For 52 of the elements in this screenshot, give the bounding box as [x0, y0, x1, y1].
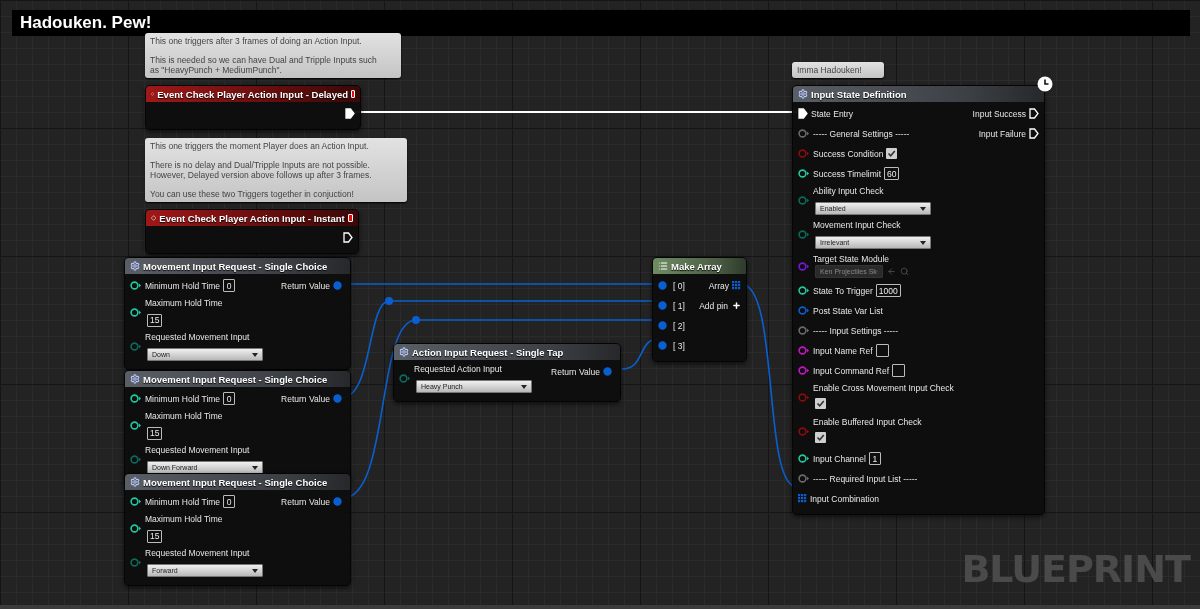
pin-label: Maximum Hold Time — [145, 411, 223, 421]
pin-label: ----- General Settings ----- — [813, 128, 910, 139]
pin-label: Success Condition — [813, 148, 884, 159]
comment-text: This one triggers the moment Player does an Action Input. — [150, 141, 370, 151]
comment-text: This one triggers after 3 frames of doing an Action Input. — [150, 36, 363, 46]
pin-label: Input Channel — [813, 453, 866, 464]
pin-label: Minimum Hold Time — [145, 393, 221, 404]
pin-label: [ 2] — [673, 320, 685, 331]
pin-label: Input Name Ref — [813, 345, 873, 356]
comment-text: Imma Hadouken! — [797, 65, 863, 75]
pin-label: Return Value — [281, 280, 330, 291]
pin-label: Ability Input Check — [813, 186, 885, 196]
comment-text: There is no delay and Dual/Tripple Inputs are not possible. However, Delayed version above follows up after 3 frames. — [150, 160, 373, 180]
pin-label: Minimum Hold Time — [145, 496, 221, 507]
pin-label: Post State Var List — [813, 305, 883, 316]
pin-label: Input Success — [972, 108, 1026, 119]
node-title: Event Check Player Action Input - Instant — [159, 212, 345, 224]
pin-label: [ 0] — [673, 280, 685, 291]
pin-label: State Entry — [811, 108, 854, 119]
pin-label: [ 3] — [673, 340, 685, 351]
pin-label: Target State Module — [813, 254, 891, 264]
pin-label: Input Command Ref — [813, 365, 890, 376]
node-title: Event Check Player Action Input - Delayed — [157, 88, 349, 100]
pin-label: Requested Movement Input — [145, 548, 251, 558]
node-title: Action Input Request - Single Tap — [412, 346, 565, 358]
pin-label: Enable Buffered Input Check — [813, 417, 922, 427]
pin-label: Input Failure — [978, 128, 1026, 139]
pin-label: Return Value — [281, 496, 330, 507]
node-title: Input State Definition — [811, 88, 908, 100]
pin-label: ----- Required Input List ----- — [813, 473, 918, 484]
comment-text: This is needed so we can have Dual and Tripple Inputs such as "HeavyPunch + MediumPunch". — [150, 55, 378, 75]
pin-label: Requested Movement Input — [145, 332, 251, 342]
pin-label: Requested Movement Input — [145, 445, 251, 455]
pin-label: Return Value — [281, 393, 330, 404]
pin-label: State To Trigger — [813, 285, 873, 296]
pin-label: Enable Cross Movement Input Check — [813, 383, 954, 393]
node-title: Make Array — [671, 260, 723, 272]
pin-label: Movement Input Check — [813, 220, 902, 230]
pin-label: Input Combination — [810, 493, 879, 504]
pin-label: Return Value — [551, 366, 600, 377]
pin-label: ----- Input Settings ----- — [813, 325, 898, 336]
pin-label: [ 1] — [673, 300, 685, 311]
comment-text: You can use these two Triggers together in conjuction! — [150, 189, 355, 199]
node-title: Movement Input Request - Single Choice — [143, 260, 329, 272]
pin-label: Requested Action Input — [414, 364, 503, 374]
comment-box-title: Hadouken. Pew! — [20, 13, 152, 33]
pin-label: Maximum Hold Time — [145, 514, 223, 524]
pin-label: Minimum Hold Time — [145, 280, 221, 291]
pin-label: Array — [708, 280, 729, 291]
pin-label: Maximum Hold Time — [145, 298, 223, 308]
pin-label: Success Timelimit — [813, 168, 881, 179]
node-title: Movement Input Request - Single Choice — [143, 373, 329, 385]
